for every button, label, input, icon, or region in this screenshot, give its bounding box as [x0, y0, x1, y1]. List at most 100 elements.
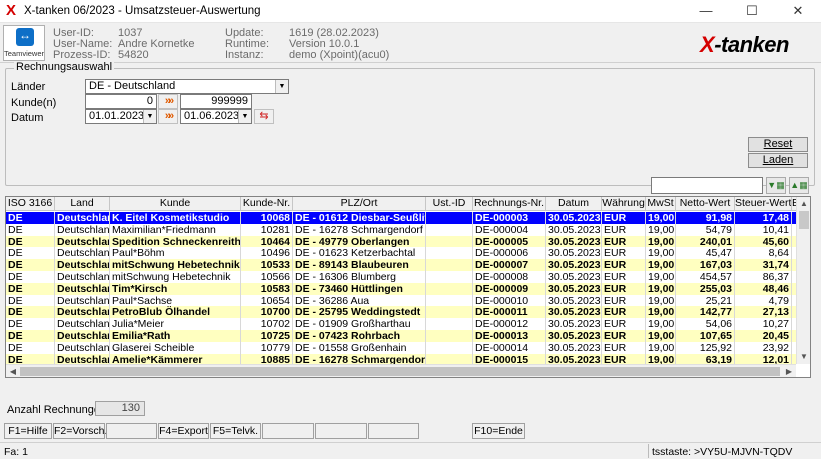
table-cell: 10654	[241, 294, 293, 307]
table-cell: DE	[6, 318, 55, 331]
table-cell: Deutschland	[55, 235, 110, 248]
scroll-down-icon[interactable]: ▼	[797, 350, 810, 364]
column-header[interactable]: ISO 3166	[6, 197, 55, 211]
horizontal-scrollbar[interactable]: ◀ ▶	[6, 364, 796, 377]
calendar-dropdown-icon[interactable]: ▼	[143, 110, 156, 123]
laden-button[interactable]: Laden	[748, 153, 808, 168]
column-header[interactable]: PLZ/Ort	[293, 197, 426, 211]
column-header[interactable]: Währung	[602, 197, 646, 211]
scroll-left-icon[interactable]: ◀	[6, 365, 20, 377]
fkey-button[interactable]: F4=Export	[158, 423, 209, 439]
swap-dates-button[interactable]: ⇆	[254, 109, 274, 124]
reset-button[interactable]: Reset	[748, 137, 808, 152]
table-row[interactable]: DE Deutschland Maximilian*Friedmann 10281 DE…	[6, 223, 796, 236]
fkey-button[interactable]	[368, 423, 419, 439]
close-icon[interactable]: ✕	[775, 0, 821, 22]
fkey-button[interactable]	[106, 423, 157, 439]
table-cell: 240,01	[676, 235, 735, 248]
datum-from-value: 01.01.2023	[89, 110, 145, 122]
teamviewer-button[interactable]: Teamviewer	[3, 25, 45, 61]
table-cell: 30.05.2023	[548, 212, 602, 224]
table-cell: Deutschland	[57, 247, 110, 260]
table-cell: Deutschland	[55, 212, 110, 224]
fkey-button[interactable]	[262, 423, 314, 439]
column-header[interactable]: Land	[55, 197, 110, 211]
scroll-thumb[interactable]	[799, 211, 809, 229]
table-row[interactable]: DEDeutschlandTim*Kirsch10583DE - 73460 H…	[6, 282, 796, 295]
table-row[interactable]: DE Deutschland Glaserei Scheible 10779 DE - …	[6, 341, 796, 354]
table-cell: 30.05.2023	[548, 247, 602, 260]
table-cell: DE - 36286 Aua	[293, 294, 426, 307]
table-cell: DE - 73460 Hüttlingen	[293, 282, 426, 295]
table-row[interactable]: DEDeutschlandPetroBlub Ölhandel10700DE -…	[6, 306, 796, 319]
table-row[interactable]: DEDeutschlandEmilia*Rath10725DE - 07423 …	[6, 330, 796, 342]
calendar-dropdown-icon[interactable]: ▼	[238, 110, 251, 123]
search-input[interactable]	[651, 177, 763, 194]
table-row[interactable]: DEDeutschlandK. Eitel Kosmetikstudio1006…	[6, 212, 796, 224]
table-cell: 10068	[241, 212, 293, 224]
fkey-button[interactable]: F2=Vorsch.	[53, 423, 107, 439]
table-row[interactable]: DEDeutschlandmitSchwung Hebetechnik10533…	[6, 259, 796, 272]
table-cell: DE	[6, 341, 55, 354]
table-cell: 10,41	[735, 223, 792, 236]
table-cell: 19,00	[648, 318, 676, 331]
maximize-icon[interactable]: ☐	[729, 0, 775, 22]
fkey-button[interactable]: F1=Hilfe	[4, 423, 52, 439]
scroll-up-icon[interactable]: ▲	[797, 197, 810, 211]
table-cell: 30.05.2023	[548, 330, 602, 342]
table-cell	[426, 318, 473, 331]
table-cell: 17,48	[735, 212, 792, 224]
prozess-id-value: 54820	[118, 49, 149, 61]
column-header[interactable]: Kunde-Nr.	[241, 197, 293, 211]
column-header[interactable]: Kunde	[110, 197, 241, 211]
status-divider	[648, 444, 649, 458]
table-cell: 45,60	[735, 235, 792, 248]
kunde-to-input[interactable]: 999999	[180, 94, 252, 109]
column-header[interactable]: Rechnungs-Nr.	[473, 197, 546, 211]
copy-forward-button[interactable]: »»	[158, 94, 178, 109]
column-header[interactable]: MwSt	[646, 197, 676, 211]
column-header[interactable]: Netto-Wert	[676, 197, 735, 211]
scroll-right-icon[interactable]: ▶	[782, 365, 796, 377]
fkey-button[interactable]: F5=Telvk.	[210, 423, 261, 439]
table-cell: 10281	[241, 223, 293, 236]
invoice-table[interactable]: ISO 3166 Land Kunde Kunde-Nr. PLZ/Ort Ust.-ID…	[5, 196, 811, 378]
copy-date-forward-button[interactable]: »»	[158, 109, 178, 124]
instanz-value: demo (Xpoint)(acu0)	[289, 49, 390, 61]
datum-from-input[interactable]: 01.01.2023 ▼	[85, 109, 157, 124]
window-title: X-tanken 06/2023 - Umsatzsteuer-Auswertu…	[24, 5, 261, 17]
column-header[interactable]: Steuer-Wert	[735, 197, 792, 211]
column-header[interactable]: Datum	[546, 197, 602, 211]
table-cell: EUR	[602, 318, 646, 331]
search-down-icon[interactable]: ▼▦	[766, 177, 786, 194]
vertical-scrollbar[interactable]: ▲ ▼	[796, 197, 810, 364]
laender-select[interactable]: DE - Deutschland ▼	[85, 79, 289, 94]
kunde-from-input[interactable]: 0	[85, 94, 157, 109]
table-row[interactable]: DEDeutschlandSpedition Schneckenreither1…	[6, 235, 796, 248]
search-up-icon[interactable]: ▲▦	[789, 177, 809, 194]
table-row[interactable]: DE Deutschland Paul*Böhm 10496 DE - 01623 Ke…	[6, 247, 796, 260]
table-row[interactable]: DE Deutschland Julia*Meier 10702 DE - 01909 …	[6, 318, 796, 331]
datum-to-input[interactable]: 01.06.2023 ▼	[180, 109, 252, 124]
fkey-button[interactable]: F10=Ende	[472, 423, 525, 439]
table-cell: 10464	[241, 235, 293, 248]
table-row[interactable]: DE Deutschland mitSchwung Hebetechnik 10566…	[6, 271, 796, 283]
chevron-down-icon[interactable]: ▼	[275, 80, 288, 93]
table-cell: 25,21	[676, 294, 735, 307]
table-cell: PetroBlub Ölhandel	[110, 306, 241, 319]
hscroll-thumb[interactable]	[20, 367, 780, 376]
status-left: Fa: 1	[4, 446, 28, 458]
table-cell: 23,92	[735, 341, 792, 354]
table-cell: DE	[6, 271, 55, 283]
table-cell: 20,45	[735, 330, 792, 342]
table-row[interactable]: DE Deutschland Paul*Sachse 10654 DE - 36286 …	[6, 294, 796, 307]
fkey-button[interactable]	[315, 423, 367, 439]
table-cell: 10725	[241, 330, 293, 342]
table-cell: 45,47	[676, 247, 735, 260]
minimize-icon[interactable]: —	[683, 0, 729, 22]
table-cell: DE	[6, 306, 55, 319]
column-header[interactable]: Ust.-ID	[426, 197, 473, 211]
table-cell: 54,06	[676, 318, 735, 331]
table-cell: DE-000007	[473, 259, 546, 272]
table-cell: DE - 01558 Großenhain	[293, 341, 426, 354]
